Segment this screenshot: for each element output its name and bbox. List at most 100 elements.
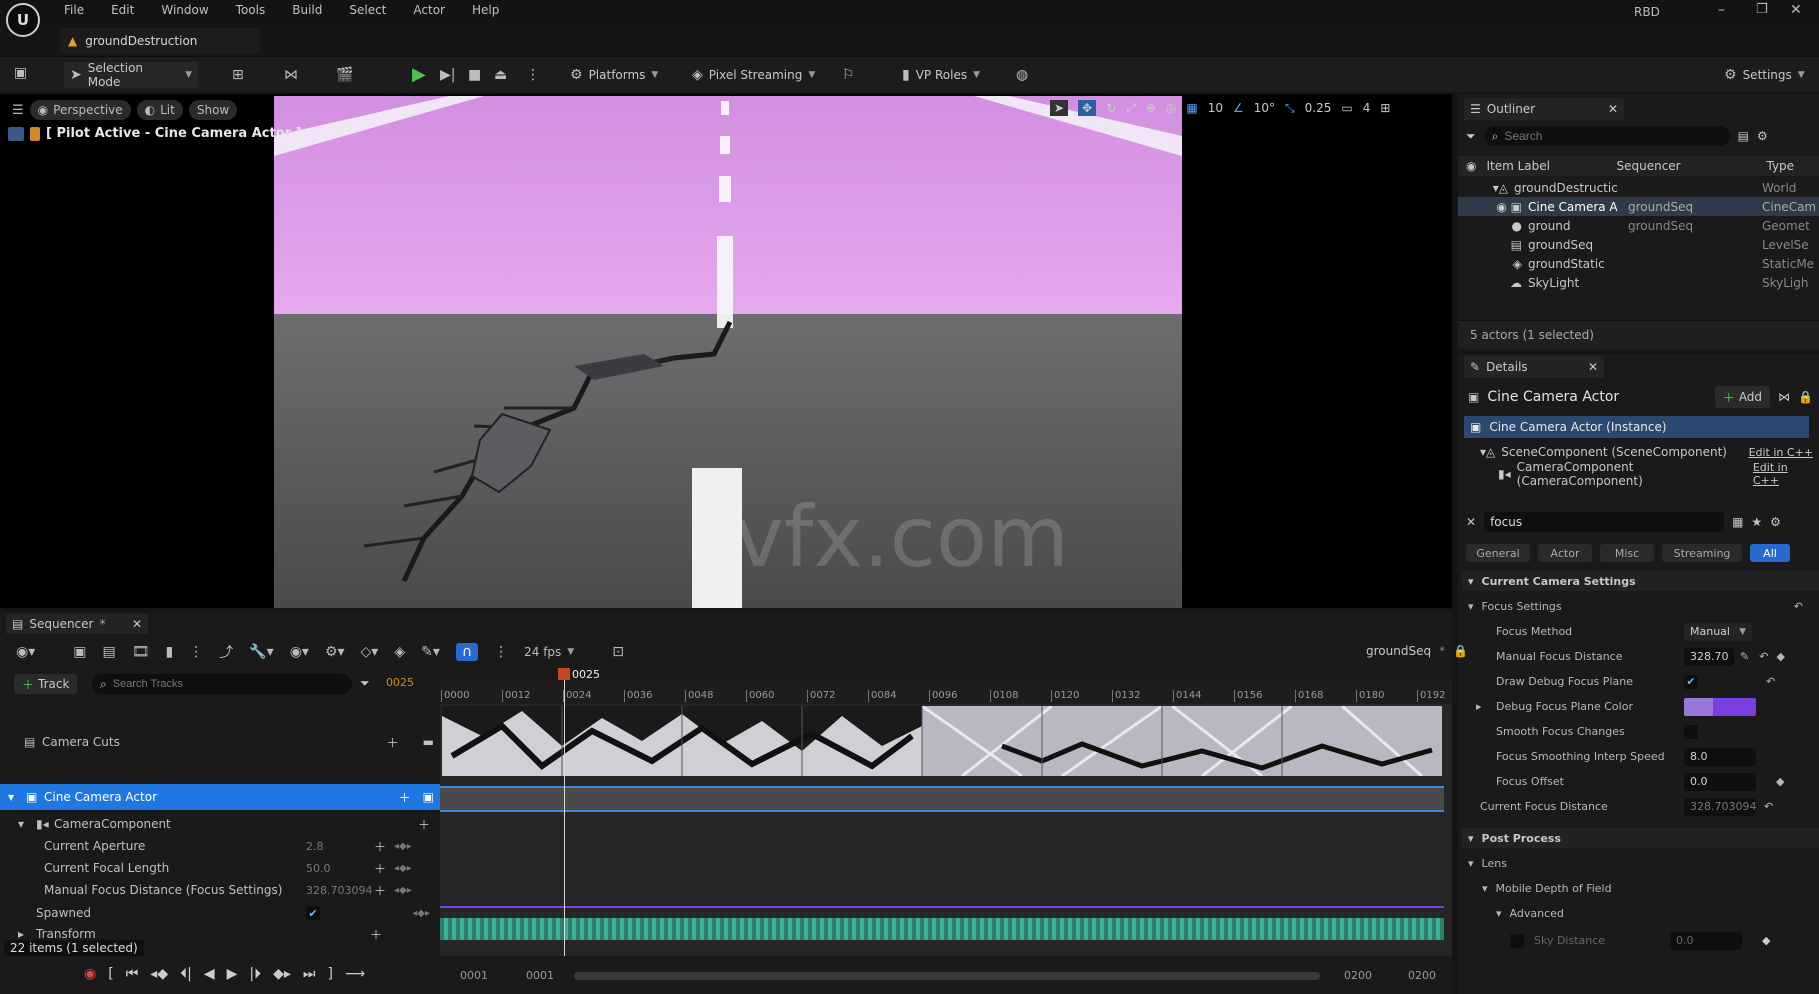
more-options-icon[interactable]: ⋮ [526,67,540,83]
edit-in-cpp-link[interactable]: Edit in C++ [1749,446,1813,459]
maximize-icon[interactable]: ❐ [1756,2,1768,17]
range-end-field[interactable]: 0200 [1408,969,1436,982]
chevron-right-icon[interactable]: ▸ [1476,700,1496,713]
focus-offset-input[interactable]: 0.0 [1684,772,1756,791]
eject-icon[interactable]: ⏏ [494,67,507,83]
prev-key-icon[interactable]: ◂◆ [150,966,168,982]
plus-icon[interactable]: ＋ [387,734,399,751]
draw-debug-focus-plane-checkbox[interactable]: ✔ [1684,674,1698,689]
lens-group[interactable]: ▾ Lens [1462,851,1819,876]
camera-icon[interactable]: ▮ [166,644,174,660]
jump-start-icon[interactable]: [ [108,966,113,982]
spawned-checkbox[interactable]: ✔ [306,906,320,920]
save-icon[interactable]: ▣ [73,644,86,660]
outliner-row[interactable]: ▤ groundSeq LevelSe [1458,235,1819,254]
cine-camera-actor-track[interactable]: ▾ ▣ Cine Camera Actor ＋ ▣ [0,784,440,810]
camera-cuts-track[interactable]: ▤ Camera Cuts ＋ ▬ [8,732,434,752]
reset-icon[interactable]: ↶ [1764,800,1773,813]
track-search[interactable]: ⌕ [92,674,352,694]
outliner-row[interactable]: ☁ SkyLight SkyLigh [1458,273,1819,292]
find-asset-icon[interactable]: ▤ [102,644,115,660]
blueprint-icon[interactable]: ⋈ [1778,390,1790,404]
move-tool-icon[interactable]: ✥ [1078,100,1097,116]
rotation-snap-value[interactable]: 10° [1254,101,1275,115]
loop-icon[interactable]: ⟶ [345,966,365,982]
focus-smoothing-speed-input[interactable]: 8.0 [1684,747,1756,766]
section-current-camera-settings[interactable]: ▾ Current Camera Settings [1462,571,1819,591]
settings-dropdown[interactable]: ⚙ Settings ▼ [1718,62,1811,88]
platforms-dropdown[interactable]: ⚙ Platforms ▼ [564,62,664,88]
show-button[interactable]: Show [188,100,238,120]
menu-build[interactable]: Build [292,3,322,17]
key-interp-icon[interactable]: ◈ [394,644,405,660]
render-movie-icon[interactable]: 🎞 [132,644,150,660]
component-instance-row[interactable]: ▣ Cine Camera Actor (Instance) [1464,416,1809,438]
gear-icon[interactable]: ⚙ [1757,129,1768,143]
table-view-icon[interactable]: ▦ [1732,515,1743,529]
category-misc[interactable]: Misc [1600,544,1654,562]
rotate-tool-icon[interactable]: ↻ [1106,101,1116,115]
track-value[interactable]: 2.8 [306,840,374,853]
add-content-icon[interactable]: ⊞ [232,67,244,83]
add-folder-icon[interactable]: ▤ [1738,129,1749,143]
level-viewport[interactable]: vfx.com ☰ ◉ Perspective ◐ Lit Show [ Pilot… [0,94,1452,608]
add-component-button[interactable]: ＋ Add [1714,386,1771,408]
close-window-icon[interactable]: ✕ [1790,2,1802,18]
plus-icon[interactable]: ＋ [418,816,430,833]
vp-utilities-icon[interactable]: ⚐ [842,67,855,83]
range-start-field[interactable]: 0001 [460,969,488,982]
category-all[interactable]: All [1750,544,1790,562]
more-options-icon[interactable]: ⋮ [494,644,508,660]
component-row[interactable]: ▮◂ CameraComponent (CameraComponent) Edi… [1498,460,1813,488]
item-label-column[interactable]: Item Label [1486,159,1616,173]
jump-to-start-icon[interactable]: ⏮ [126,966,139,982]
world-space-icon[interactable]: ⊕ [1146,101,1156,115]
hamburger-icon[interactable]: ☰ [12,103,24,118]
grid-snap-icon[interactable]: ▦ [1186,101,1197,115]
gear-icon[interactable]: ⚙ [1770,515,1781,529]
reset-icon[interactable]: ↶ [1766,675,1775,688]
close-tab-icon[interactable]: ✕ [1608,102,1618,116]
type-column[interactable]: Type [1766,159,1794,173]
outliner-row[interactable]: ▾◬ groundDestructic World [1458,178,1819,197]
camera-speed-icon[interactable]: ▭ [1341,101,1352,115]
lit-button[interactable]: ◐ Lit [136,100,183,120]
star-icon[interactable]: ★ [1751,515,1762,529]
outliner-search[interactable]: ⌕ [1483,126,1730,146]
fps-dropdown[interactable]: 24 fps ▼ [524,645,574,659]
lock-icon[interactable]: 🔒 [1798,390,1813,404]
pixel-streaming-dropdown[interactable]: ◈ Pixel Streaming ▼ [686,62,821,88]
key-icon[interactable]: ◇▾ [361,644,379,660]
menu-window[interactable]: Window [161,3,208,17]
track-value[interactable]: 328.703094 [306,884,374,897]
outliner-search-input[interactable] [1504,129,1705,143]
details-search-input[interactable]: focus [1490,515,1522,529]
source-control-icon[interactable]: ◍ [1016,67,1028,83]
blueprint-icon[interactable]: ⋈ [284,67,298,83]
outliner-row[interactable]: ● ground groundSeq Geomet [1458,216,1819,235]
wrench-icon[interactable]: 🔧▾ [249,644,273,660]
outliner-row[interactable]: ◉ ▣ Cine Camera A groundSeq CineCam [1458,197,1819,216]
playhead-handle[interactable] [558,668,570,680]
menu-file[interactable]: File [64,3,84,17]
view-end-field[interactable]: 0200 [1344,969,1372,982]
playback-options-icon[interactable]: ⚙▾ [325,644,345,660]
rotation-snap-icon[interactable]: ∠ [1233,101,1244,115]
outliner-tab[interactable]: ☰ Outliner ✕ [1464,98,1624,120]
add-track-button[interactable]: ＋ Track [14,674,78,694]
play-icon[interactable]: ▶ [227,966,238,982]
unreal-logo-icon[interactable]: U [6,3,40,37]
current-aperture-track[interactable]: Current Aperture 2.8 ＋ ◂◆▸ [8,836,434,856]
sequencer-tab[interactable]: ▤ Sequencer * ✕ [6,614,148,634]
snap-magnet-icon[interactable]: ∩ [455,643,479,661]
reset-icon[interactable]: ↶ [1794,600,1803,613]
step-back-icon[interactable]: ⏴| [180,966,192,982]
reduce-keys-icon[interactable]: ⊡ [612,644,624,660]
lock-icon[interactable]: 🔒 [1453,644,1468,658]
details-search[interactable]: focus [1484,512,1725,532]
record-icon[interactable]: ◉ [84,966,96,982]
filter-icon[interactable]: ⏷ [1466,129,1476,144]
vp-roles-dropdown[interactable]: ▮ VP Roles ▼ [896,62,986,88]
focus-method-dropdown[interactable]: Manual ▼ [1684,622,1752,641]
outliner-row[interactable]: ◈ groundStatic StaticMe [1458,254,1819,273]
